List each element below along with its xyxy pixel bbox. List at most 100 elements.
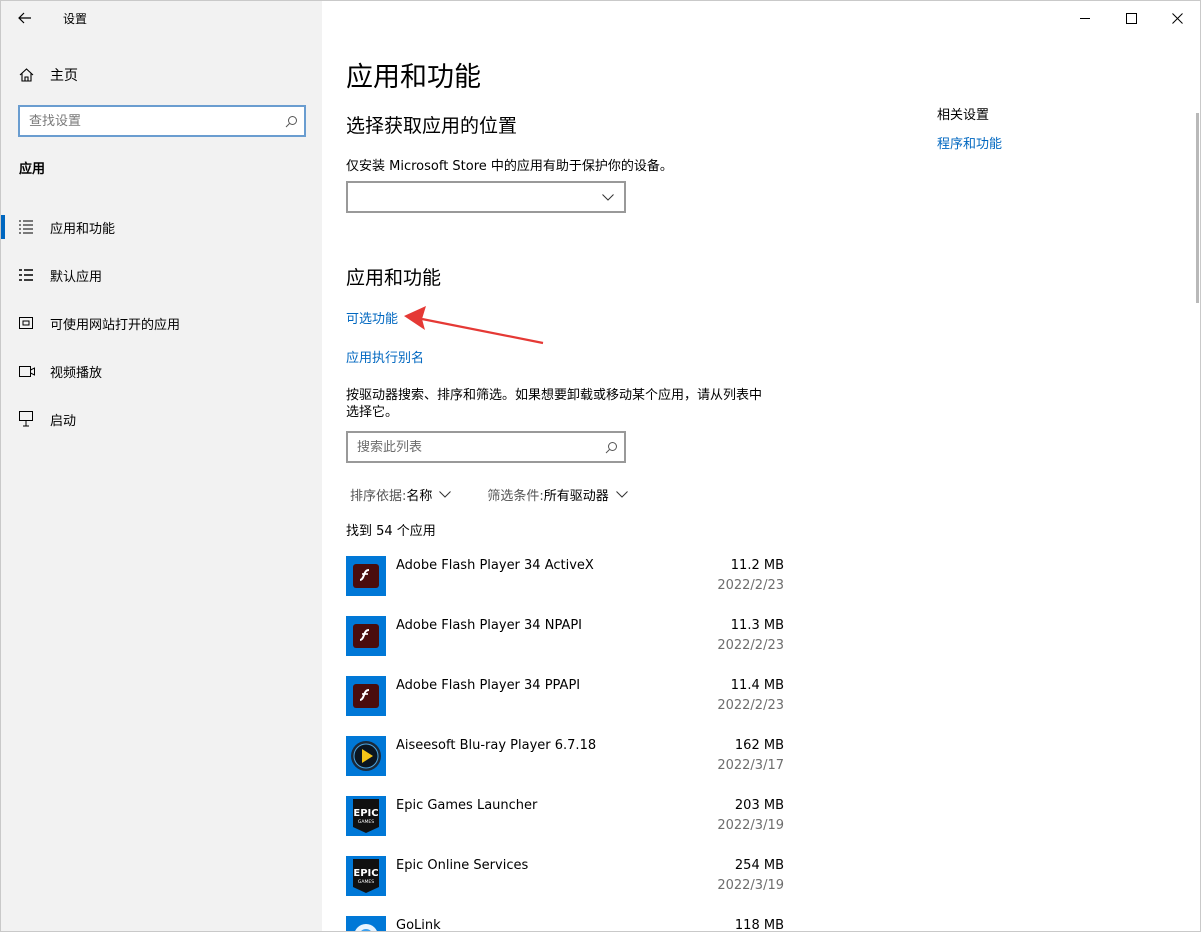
app-date: 2022/3/19 — [717, 878, 784, 893]
flash-icon — [346, 616, 386, 656]
filter-key: 筛选条件: — [487, 489, 544, 504]
sidebar-item-home[interactable]: 主页 — [1, 57, 322, 93]
app-list-item[interactable]: GoLink 118 MB — [346, 916, 786, 932]
svg-text:GAMES: GAMES — [358, 819, 374, 825]
app-date: 2022/2/23 — [717, 578, 784, 593]
maximize-icon — [1125, 12, 1137, 24]
app-list-search-box[interactable] — [346, 431, 626, 463]
optional-features-link[interactable]: 可选功能 — [346, 308, 398, 327]
maximize-button[interactable] — [1108, 1, 1154, 35]
settings-search-box[interactable] — [18, 105, 306, 137]
app-list-item[interactable]: Adobe Flash Player 34 NPAPI 11.3 MB 2022… — [346, 616, 786, 676]
app-size: 203 MB — [734, 798, 784, 813]
sidebar-item-label: 可使用网站打开的应用 — [50, 317, 181, 333]
related-settings-title: 相关设置 — [937, 108, 990, 123]
app-list-search-input[interactable] — [348, 439, 598, 455]
app-list-item[interactable]: EPIC GAMES Epic Games Launcher 203 MB 202… — [346, 796, 786, 856]
app-name: Adobe Flash Player 34 NPAPI — [396, 618, 583, 633]
sidebar-item-label: 主页 — [50, 68, 78, 84]
sidebar-item-label: 默认应用 — [50, 269, 103, 285]
app-size: 11.4 MB — [730, 678, 784, 693]
app-list: Adobe Flash Player 34 ActiveX 11.2 MB 20… — [346, 556, 786, 932]
epic-games-icon: EPIC GAMES — [346, 856, 386, 896]
window-title: 设置 — [63, 11, 88, 26]
home-icon — [19, 68, 37, 82]
app-name: Aiseesoft Blu-ray Player 6.7.18 — [396, 738, 597, 753]
app-size: 11.3 MB — [730, 618, 784, 633]
sidebar-item-label: 应用和功能 — [50, 221, 116, 237]
app-name: Epic Games Launcher — [396, 798, 538, 813]
app-name: Adobe Flash Player 34 PPAPI — [396, 678, 581, 693]
app-list-item[interactable]: Aiseesoft Blu-ray Player 6.7.18 162 MB 2… — [346, 736, 786, 796]
svg-text:GAMES: GAMES — [358, 879, 374, 885]
page-title: 应用和功能 — [346, 62, 481, 93]
app-execution-alias-link[interactable]: 应用执行别名 — [346, 347, 424, 366]
search-description: 按驱动器搜索、排序和筛选。如果想要卸载或移动某个应用，请从列表中 选择它。 — [346, 387, 762, 421]
app-date: 2022/2/23 — [717, 698, 784, 713]
sort-filter-bar: 排序依据: 名称 筛选条件: 所有驱动器 — [350, 485, 664, 504]
search-description-line: 选择它。 — [346, 405, 399, 420]
app-list-item[interactable]: EPIC GAMES Epic Online Services 254 MB 20… — [346, 856, 786, 916]
related-settings: 相关设置 程序和功能 — [937, 104, 1002, 152]
website-apps-icon — [19, 316, 37, 330]
sidebar: 设置 主页 应用 应用和功能 — [1, 1, 322, 931]
sidebar-item-default-apps[interactable]: 默认应用 — [1, 251, 322, 299]
flash-icon — [346, 556, 386, 596]
sort-dropdown[interactable]: 排序依据: 名称 — [350, 485, 452, 504]
minimize-icon — [1079, 17, 1090, 19]
filter-value: 所有驱动器 — [543, 489, 609, 504]
search-description-line: 按驱动器搜索、排序和筛选。如果想要卸载或移动某个应用，请从列表中 — [346, 388, 763, 403]
minimize-button[interactable] — [1062, 1, 1108, 35]
title-bar: 设置 — [1, 1, 322, 35]
app-name: Adobe Flash Player 34 ActiveX — [396, 558, 594, 573]
app-date: 2022/3/19 — [717, 818, 784, 833]
sidebar-section-title: 应用 — [19, 162, 46, 177]
app-size: 118 MB — [734, 918, 784, 932]
search-icon[interactable] — [598, 441, 624, 454]
programs-features-link[interactable]: 程序和功能 — [937, 133, 1002, 152]
main-content: 应用和功能 相关设置 程序和功能 选择获取应用的位置 仅安装 Microsoft… — [322, 1, 1200, 932]
sidebar-item-website-apps[interactable]: 可使用网站打开的应用 — [1, 299, 322, 347]
app-size: 162 MB — [734, 738, 784, 753]
svg-text:EPIC: EPIC — [353, 868, 378, 879]
default-apps-icon — [19, 268, 37, 282]
chevron-down-icon — [602, 193, 614, 201]
search-icon[interactable] — [278, 115, 304, 128]
close-icon — [1171, 12, 1183, 24]
app-source-description: 仅安装 Microsoft Store 中的应用有助于保护你的设备。 — [346, 159, 673, 174]
sort-key: 排序依据: — [350, 489, 407, 504]
scrollbar[interactable] — [1196, 113, 1199, 303]
startup-icon — [19, 411, 37, 427]
svg-text:EPIC: EPIC — [353, 808, 378, 819]
back-button[interactable] — [1, 1, 49, 35]
app-date: 2022/3/17 — [717, 758, 784, 773]
back-arrow-icon — [18, 12, 31, 24]
app-list-item[interactable]: Adobe Flash Player 34 PPAPI 11.4 MB 2022… — [346, 676, 786, 736]
app-count: 找到 54 个应用 — [346, 524, 436, 539]
sidebar-item-apps-features[interactable]: 应用和功能 — [1, 203, 322, 251]
app-size: 254 MB — [734, 858, 784, 873]
settings-window: 设置 主页 应用 应用和功能 — [0, 0, 1201, 932]
settings-search-input[interactable] — [20, 113, 278, 129]
filter-dropdown[interactable]: 筛选条件: 所有驱动器 — [487, 485, 628, 504]
list-icon — [19, 220, 37, 234]
app-source-heading: 选择获取应用的位置 — [346, 115, 518, 137]
app-source-dropdown[interactable] — [346, 181, 626, 213]
chevron-down-icon — [615, 491, 628, 498]
chevron-down-icon — [439, 491, 452, 498]
sidebar-nav: 应用和功能 默认应用 可使用网站打开的应用 视频播放 启动 — [1, 203, 322, 443]
app-list-item[interactable]: Adobe Flash Player 34 ActiveX 11.2 MB 20… — [346, 556, 786, 616]
video-icon — [19, 365, 37, 377]
golink-icon — [346, 916, 386, 931]
sidebar-item-video[interactable]: 视频播放 — [1, 347, 322, 395]
window-controls — [1062, 1, 1200, 35]
sidebar-item-startup[interactable]: 启动 — [1, 395, 322, 443]
close-button[interactable] — [1154, 1, 1200, 35]
flash-icon — [346, 676, 386, 716]
epic-games-icon: EPIC GAMES — [346, 796, 386, 836]
sidebar-item-label: 启动 — [50, 413, 77, 429]
sidebar-item-label: 视频播放 — [50, 365, 103, 381]
apps-features-heading: 应用和功能 — [346, 267, 442, 289]
bluray-player-icon — [346, 736, 386, 776]
app-date: 2022/2/23 — [717, 638, 784, 653]
